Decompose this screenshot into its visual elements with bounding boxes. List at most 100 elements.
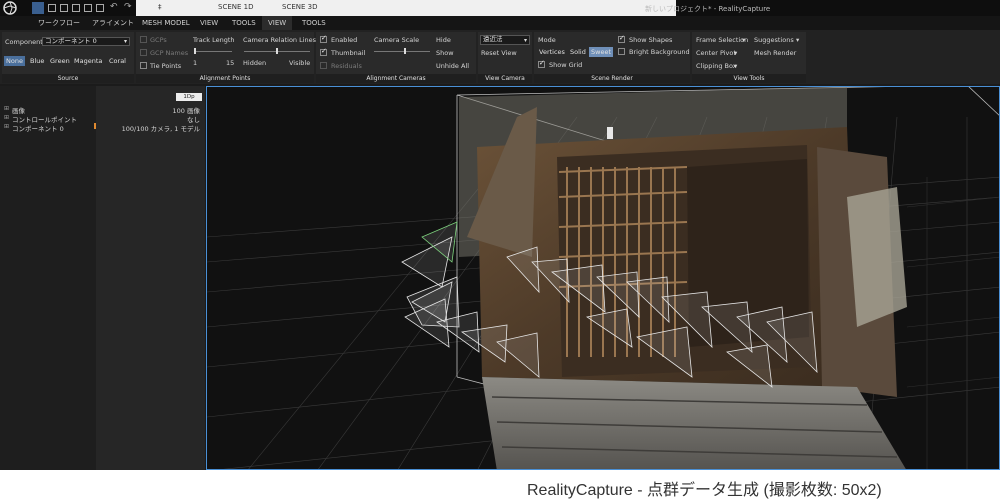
residuals-checkbox[interactable] — [320, 62, 327, 69]
color-coral-button[interactable]: Coral — [107, 56, 128, 66]
scene-render-panel: Mode Vertices Solid Sweet Show Grid Show… — [534, 32, 690, 83]
tree-name-column — [0, 86, 96, 470]
color-magenta-button[interactable]: Magenta — [72, 56, 104, 66]
component-color-marker — [94, 123, 96, 129]
layout-4-icon[interactable] — [72, 4, 80, 12]
figure-caption: RealityCapture - 点群データ生成 (撮影枚数: 50x2) — [527, 482, 882, 499]
frame-selection-chevron-icon[interactable]: ▾ — [742, 36, 745, 44]
component-dropdown[interactable]: コンポーネント 0 ▾ — [42, 37, 130, 46]
caption-area: RealityCapture - 点群データ生成 (撮影枚数: 50x2) — [0, 470, 1000, 500]
tab-scene-1d[interactable]: SCENE 1D — [218, 3, 253, 11]
projection-value: 遠近法 — [483, 35, 503, 43]
component-value: コンポーネント 0 — [45, 37, 97, 45]
suggestions-chevron-icon[interactable]: ▾ — [796, 36, 799, 44]
tree-row[interactable]: ⊞ コンポーネント 0 100/100 カメラ, 1 モデル — [4, 122, 204, 133]
view-tools-title: View Tools — [692, 74, 806, 83]
expand-icon[interactable]: ⊞ — [4, 114, 9, 121]
layout-3-icon[interactable] — [60, 4, 68, 12]
color-none-button[interactable]: None — [4, 56, 25, 66]
tree-row-name: コンポーネント 0 — [12, 125, 64, 133]
alignment-cameras-panel: Enabled Thumbnail Residuals Camera Scale… — [316, 32, 476, 83]
menu-tools[interactable]: TOOLS — [226, 16, 262, 30]
camera-scale-label: Camera Scale — [374, 36, 420, 44]
track-length-label: Track Length — [193, 36, 235, 44]
mesh-render-button[interactable]: Mesh Render — [754, 49, 796, 57]
view-camera-panel: 遠近法 ▾ Reset View View Camera — [478, 32, 532, 83]
menu-bar: ワークフロー アライメント MESH MODEL VIEW TOOLS VIEW… — [0, 16, 1000, 30]
view-camera-title: View Camera — [478, 74, 532, 83]
track-max-label: 15 — [226, 59, 235, 67]
tree-row[interactable]: ⊞ コントロールポイント なし — [4, 113, 204, 124]
show-button[interactable]: Show — [436, 49, 454, 57]
color-blue-button[interactable]: Blue — [28, 56, 46, 66]
scene-render-canvas[interactable] — [207, 87, 1000, 470]
menu-mesh-model[interactable]: MESH MODEL — [136, 16, 196, 30]
source-panel: Component コンポーネント 0 ▾ None Blue Green Ma… — [2, 32, 134, 83]
frame-selection-button[interactable]: Frame Selection — [696, 36, 748, 44]
tab-scene-3d[interactable]: SCENE 3D — [282, 3, 317, 11]
menu-tools-2[interactable]: TOOLS — [296, 16, 332, 30]
enabled-label: Enabled — [331, 36, 358, 44]
gcps-checkbox[interactable] — [140, 36, 147, 43]
suggestions-button[interactable]: Suggestions — [754, 36, 794, 44]
camera-relation-lines-label: Camera Relation Lines — [243, 36, 317, 44]
3d-viewport[interactable] — [206, 86, 1000, 470]
app-logo-icon[interactable] — [3, 1, 17, 15]
menu-workflow[interactable]: ワークフロー — [32, 16, 86, 30]
camera-scale-slider[interactable] — [374, 51, 430, 52]
tie-points-label: Tie Points — [150, 62, 182, 70]
clipping-box-button[interactable]: Clipping Box — [696, 62, 737, 70]
unhide-all-button[interactable]: Unhide All — [436, 62, 469, 70]
alignment-points-title: Alignment Points — [136, 74, 314, 83]
layout-6-icon[interactable] — [96, 4, 104, 12]
expand-icon[interactable]: ⊞ — [4, 123, 9, 130]
gcp-names-checkbox[interactable] — [140, 49, 147, 56]
reset-view-button[interactable]: Reset View — [481, 49, 517, 57]
visible-label: Visible — [289, 59, 311, 67]
track-length-knob[interactable] — [194, 48, 196, 54]
thumbnail-checkbox[interactable] — [320, 47, 327, 56]
redo-icon[interactable]: ↷ — [124, 2, 132, 12]
doc-tab-marker: ‡ — [158, 3, 162, 11]
projection-dropdown[interactable]: 遠近法 ▾ — [480, 35, 530, 45]
alignment-cameras-title: Alignment Cameras — [316, 74, 476, 83]
scene-render-title: Scene Render — [534, 74, 690, 83]
mode-label: Mode — [538, 36, 556, 44]
menu-view[interactable]: VIEW — [194, 16, 224, 30]
tie-points-checkbox[interactable] — [140, 62, 147, 69]
enabled-checkbox[interactable] — [320, 34, 327, 43]
source-panel-title: Source — [2, 74, 134, 83]
camera-scale-knob[interactable] — [404, 48, 406, 54]
layout-5-icon[interactable] — [84, 4, 92, 12]
menu-view-active[interactable]: VIEW — [262, 16, 293, 30]
expand-icon[interactable]: ⊞ — [4, 105, 9, 112]
mode-vertices-button[interactable]: Vertices — [537, 47, 567, 57]
show-shapes-checkbox[interactable] — [618, 34, 625, 43]
track-length-slider[interactable] — [194, 51, 232, 52]
bright-background-checkbox[interactable] — [618, 48, 625, 55]
undo-icon[interactable]: ↶ — [110, 2, 118, 12]
show-grid-checkbox[interactable] — [538, 59, 545, 68]
layout-2-icon[interactable] — [48, 4, 56, 12]
hide-button[interactable]: Hide — [436, 36, 451, 44]
alignment-points-panel: GCPs GCP Names Tie Points Track Length 1… — [136, 32, 317, 83]
menu-alignment[interactable]: アライメント — [86, 16, 140, 30]
show-shapes-label: Show Shapes — [629, 36, 673, 44]
gcps-label: GCPs — [150, 36, 167, 44]
component-label: Component — [5, 38, 43, 46]
thumbnail-label: Thumbnail — [331, 49, 366, 57]
color-green-button[interactable]: Green — [48, 56, 72, 66]
mode-sweet-button[interactable]: Sweet — [589, 47, 613, 57]
show-grid-label: Show Grid — [549, 61, 583, 69]
tree-row[interactable]: ⊞ 画像 100 画像 — [4, 104, 204, 115]
center-pivot-chevron-icon[interactable]: ▾ — [734, 49, 737, 57]
residuals-label: Residuals — [331, 62, 362, 70]
camera-relation-knob[interactable] — [276, 48, 278, 54]
layout-1-icon[interactable] — [32, 2, 44, 14]
clipping-box-chevron-icon[interactable]: ▾ — [734, 62, 737, 70]
gcp-names-label: GCP Names — [150, 49, 189, 57]
zoom-badge[interactable]: 1Dp — [176, 93, 202, 101]
window-title: 新しいプロジェクト* - RealityCapture — [645, 5, 771, 13]
center-pivot-button[interactable]: Center Pivot — [696, 49, 736, 57]
mode-solid-button[interactable]: Solid — [568, 47, 588, 57]
